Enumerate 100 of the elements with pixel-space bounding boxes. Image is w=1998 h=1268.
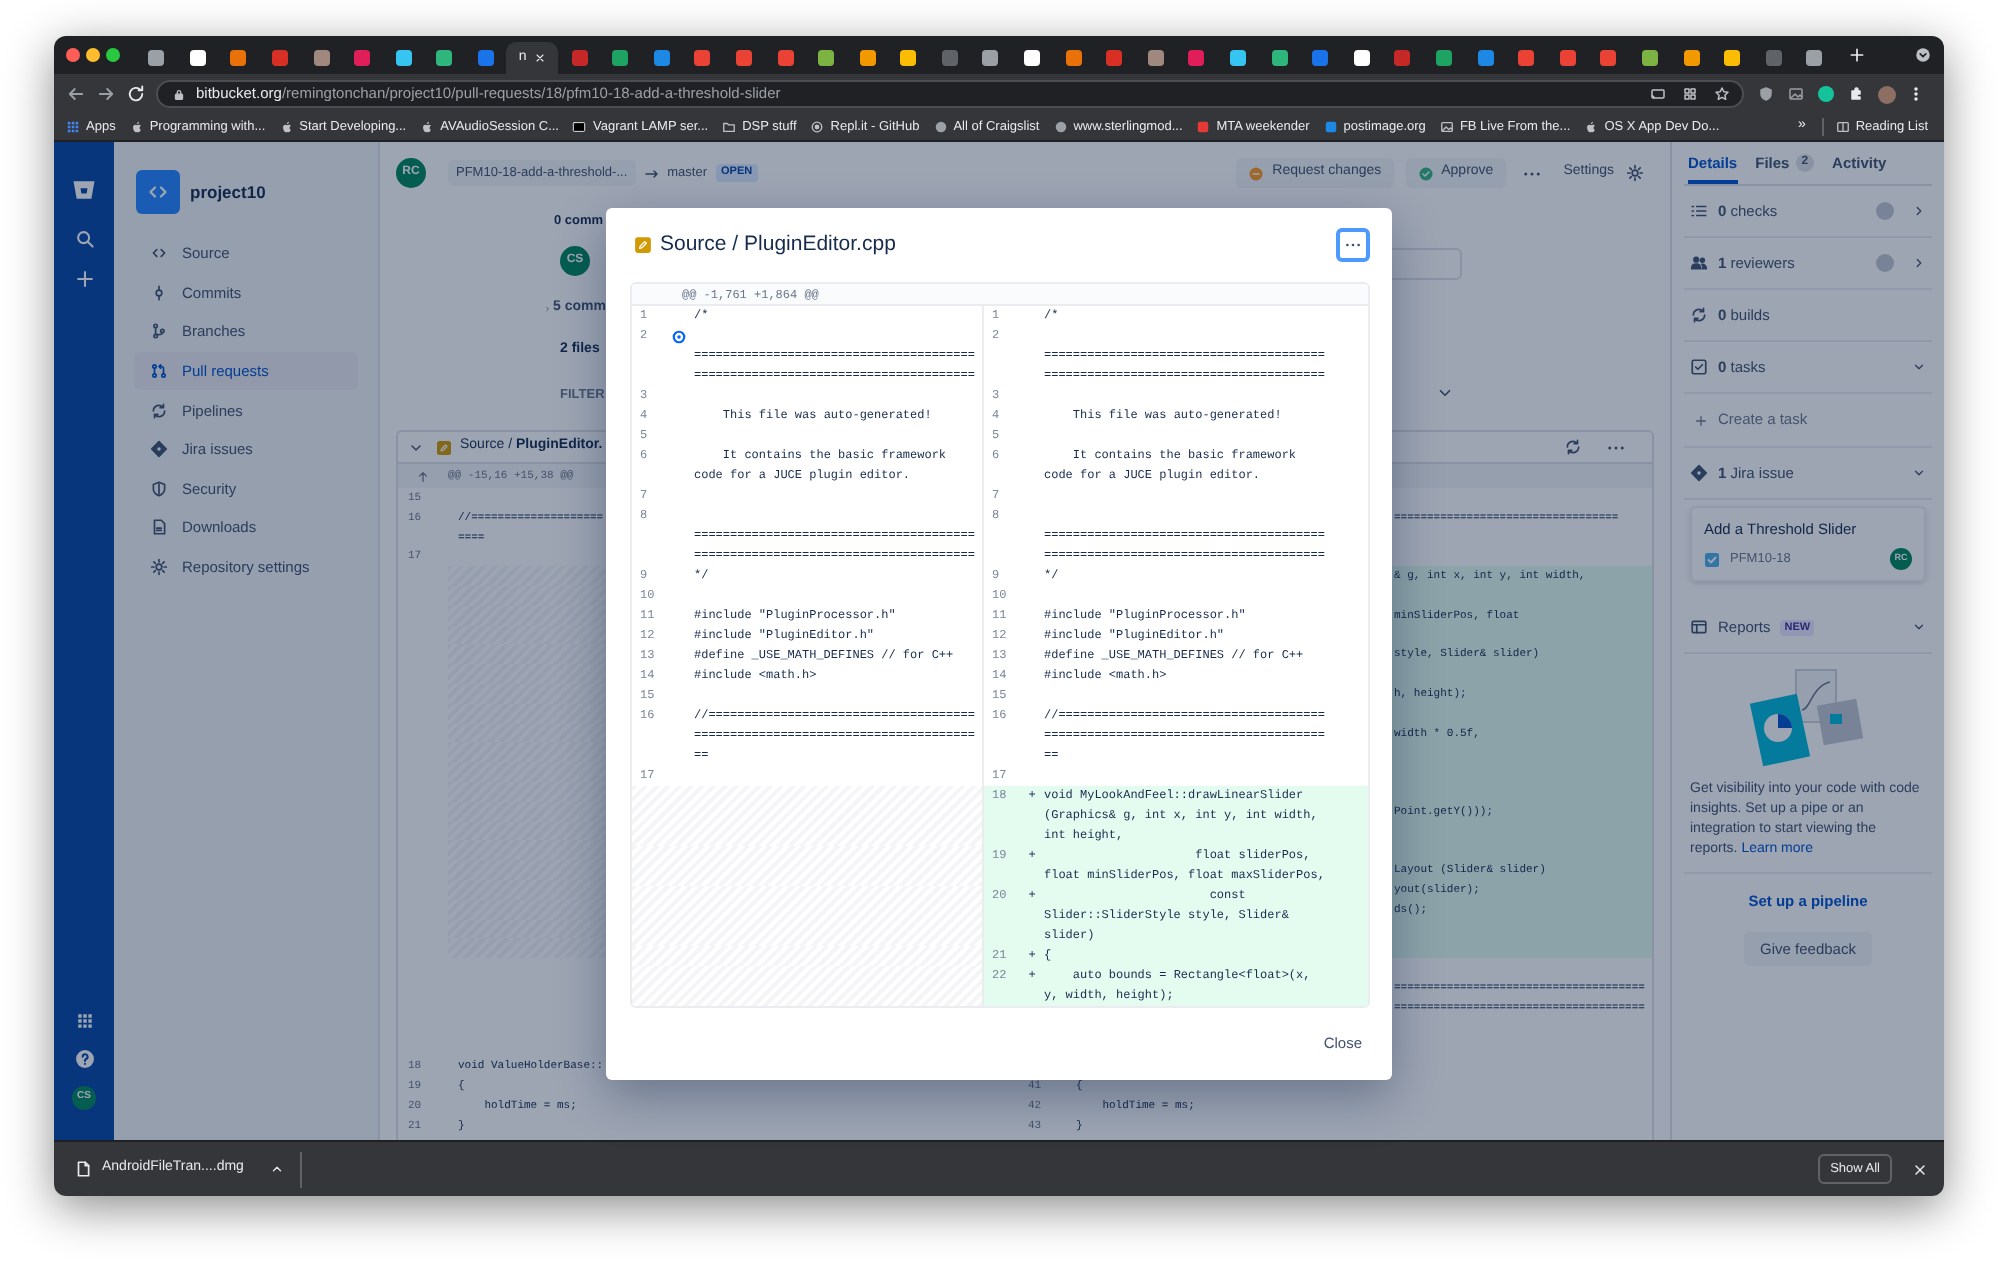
lock-icon — [172, 87, 186, 101]
bitbucket-logo-icon[interactable] — [70, 176, 98, 204]
favicon-icon — [354, 50, 371, 66]
favicon-icon — [653, 50, 670, 66]
favicon-icon — [1559, 50, 1576, 66]
chevron-down-icon[interactable] — [408, 439, 424, 455]
forward-icon[interactable] — [96, 84, 116, 104]
shield-icon[interactable] — [1758, 86, 1774, 102]
favicon-icon — [694, 50, 711, 66]
favicon-icon — [1106, 50, 1123, 66]
minus-circle-icon — [1248, 165, 1265, 181]
apple-icon — [129, 120, 144, 134]
zoom-window-button[interactable] — [106, 48, 120, 62]
profile-avatar[interactable] — [1878, 85, 1896, 103]
code-icon — [146, 180, 170, 204]
more-button[interactable] — [1336, 228, 1370, 262]
close-icon[interactable] — [534, 52, 547, 64]
image-icon — [1439, 120, 1454, 134]
favicon-icon — [941, 50, 958, 66]
apps-icon — [66, 120, 80, 134]
close-window-button[interactable] — [66, 48, 80, 62]
caret-up-icon[interactable] — [269, 1162, 284, 1176]
file-icon — [74, 1160, 92, 1178]
chevron-right-icon[interactable] — [1912, 204, 1926, 218]
favicon-icon — [1806, 50, 1823, 66]
project-name: project10 — [190, 179, 266, 205]
pipelines-icon — [150, 401, 168, 420]
apple-icon — [420, 120, 435, 134]
box-icon — [572, 120, 587, 134]
back-icon[interactable] — [66, 84, 86, 104]
square-icon — [1323, 120, 1338, 134]
arrow-up-icon[interactable] — [416, 469, 430, 483]
downloads-icon — [150, 518, 168, 537]
reading-list-icon — [1835, 120, 1850, 134]
settings-icon — [1626, 164, 1644, 182]
favicon-icon — [612, 50, 629, 66]
square-icon — [1196, 120, 1211, 134]
pull-requests-icon — [150, 362, 168, 381]
apps-grid-icon[interactable] — [75, 1012, 93, 1030]
arrow-right-icon — [643, 165, 660, 181]
favicon-icon — [1765, 50, 1782, 66]
new-tab-icon[interactable] — [1847, 46, 1866, 64]
help-icon[interactable] — [73, 1048, 95, 1070]
grid-icon[interactable] — [1682, 86, 1698, 102]
refresh-icon[interactable] — [1564, 438, 1582, 456]
folder-icon — [722, 120, 737, 134]
minimize-window-button[interactable] — [86, 48, 100, 62]
favicon-icon — [148, 50, 165, 66]
chevron-down-icon[interactable] — [1912, 620, 1926, 635]
close-icon[interactable] — [1912, 1161, 1928, 1177]
plus-icon[interactable] — [73, 268, 95, 290]
tab-search-icon[interactable] — [1914, 46, 1932, 64]
ring-icon — [810, 120, 825, 134]
favicon-icon — [478, 50, 495, 66]
chevron-down-icon[interactable] — [1912, 466, 1926, 480]
modal-title: Source / PluginEditor.cpp — [660, 229, 896, 260]
tasks-icon — [1690, 358, 1708, 376]
security-icon — [150, 479, 168, 498]
puzzle-icon[interactable] — [1848, 86, 1864, 102]
favicon-icon — [1065, 50, 1082, 66]
extension-icon[interactable] — [1818, 86, 1834, 102]
favicon-icon — [818, 50, 835, 66]
favicon-icon — [1518, 50, 1535, 66]
task-icon — [1704, 551, 1720, 568]
favicon-icon — [1641, 50, 1658, 66]
favicon-icon — [436, 50, 453, 66]
favicon-icon — [1353, 50, 1370, 66]
reviewers-icon — [1690, 254, 1708, 272]
commits-icon — [150, 283, 168, 302]
modified-file-icon — [634, 236, 652, 254]
reload-icon[interactable] — [126, 84, 146, 104]
globe-icon — [933, 120, 948, 134]
check-circle-icon — [1417, 165, 1434, 181]
chevron-down-icon[interactable] — [1436, 384, 1454, 402]
favicon-icon — [1024, 50, 1041, 66]
apple-icon — [279, 120, 294, 134]
branches-icon — [150, 322, 168, 341]
favicon-icon — [395, 50, 412, 66]
favicon-icon — [1436, 50, 1453, 66]
chevron-down-icon[interactable] — [1912, 360, 1926, 374]
comment-field[interactable] — [1392, 248, 1462, 280]
reports-icon — [1690, 618, 1708, 637]
star-icon[interactable] — [1714, 86, 1730, 102]
favicon-icon — [1600, 50, 1617, 66]
checks-icon — [1690, 202, 1708, 220]
favicon-icon — [230, 50, 247, 66]
search-icon[interactable] — [73, 228, 95, 250]
favicon-icon — [1312, 50, 1329, 66]
favicon-icon — [313, 50, 330, 66]
image-icon[interactable] — [1788, 86, 1804, 102]
jira-icon — [150, 440, 168, 459]
favicon-icon — [777, 50, 794, 66]
add-comment-icon[interactable] — [672, 329, 686, 343]
cast-icon[interactable] — [1650, 86, 1666, 102]
source-icon — [150, 244, 168, 263]
favicon-icon — [1683, 50, 1700, 66]
chevron-right-icon[interactable] — [1912, 256, 1926, 270]
menu-icon[interactable] — [1908, 86, 1924, 102]
favicon-icon — [571, 50, 588, 66]
code-insights-drawing — [1749, 669, 1864, 767]
